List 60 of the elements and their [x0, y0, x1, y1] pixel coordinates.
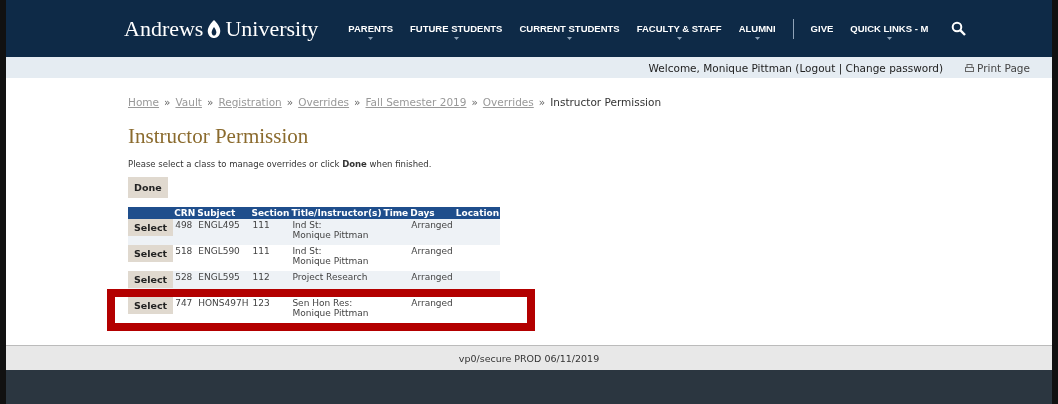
done-button[interactable]: Done — [128, 177, 168, 198]
table-cell-text: Monique Pittman — [292, 230, 370, 240]
table-cell: Arranged — [409, 245, 455, 271]
breadcrumb-current: Instructor Permission — [550, 96, 662, 108]
welcome-text: Welcome, Monique Pittman (Logout | Change password) — [648, 61, 944, 74]
table-cell-text: Sen Hon Res: — [292, 298, 354, 308]
table-cell: ENGL590 — [196, 245, 251, 271]
caret-icon — [676, 37, 682, 40]
column-header: CRN — [173, 207, 197, 219]
select-button[interactable]: Select — [128, 219, 174, 236]
search-icon[interactable] — [951, 21, 967, 36]
caret-icon — [886, 37, 892, 40]
logo-text[interactable]: Andrews — [124, 15, 204, 42]
select-button[interactable]: Select — [128, 297, 174, 314]
caret-icon — [754, 37, 760, 40]
column-header: Time — [382, 207, 410, 219]
table-cell-text: HONS497H — [197, 297, 250, 310]
footer-text: vp0/secure PROD 06/11/2019 — [458, 352, 600, 364]
column-header: Section — [250, 207, 291, 219]
table-cell-text: Monique Pittman — [292, 308, 370, 318]
nav-link[interactable]: FACULTY & STAFF — [636, 23, 722, 34]
column-header: Location — [454, 207, 501, 219]
breadcrumb-separator: » — [354, 96, 361, 108]
printer-icon — [965, 63, 975, 72]
logo-text[interactable]: University — [225, 15, 319, 42]
breadcrumb-separator: » — [538, 96, 546, 108]
nav-link[interactable]: PARENTS — [348, 23, 394, 34]
table-cell: Arranged — [409, 219, 455, 245]
table-cell: 518 — [173, 245, 197, 271]
breadcrumb-separator: » — [471, 96, 478, 108]
select-button[interactable]: Select — [128, 245, 174, 262]
column-header: Days — [409, 207, 455, 219]
nav-link[interactable]: FUTURE STUDENTS — [410, 23, 503, 34]
table-cell-text: Arranged — [410, 297, 454, 310]
table-cell: 111 — [250, 245, 291, 271]
select-button[interactable]: Select — [128, 271, 174, 288]
table-cell: 498 — [173, 219, 197, 245]
table-cell-text: Monique Pittman — [292, 256, 370, 266]
table-cell-text: Project Research — [292, 272, 369, 282]
breadcrumb-separator: » — [206, 96, 214, 108]
instructions-text: Please select a class to manage overrides or click Done when finished. — [128, 159, 433, 169]
nav-link[interactable]: ALUMNI — [738, 23, 776, 34]
caret-icon — [567, 37, 573, 40]
nav-link[interactable]: QUICK LINKS - M — [850, 23, 929, 34]
table-cell: ENGL495 — [196, 219, 251, 245]
table-cell: 747 — [173, 297, 197, 323]
nav-link[interactable]: GIVE — [810, 23, 834, 34]
column-header: Title/Instructor(s) — [290, 207, 383, 219]
table-cell-text: Ind St: — [292, 220, 323, 230]
breadcrumb-separator: » — [286, 96, 294, 108]
breadcrumb-separator: » — [164, 96, 171, 108]
page-title: Instructor Permission — [128, 124, 310, 149]
table-cell-text: Ind St: — [292, 246, 323, 256]
table-cell-text: 123 — [251, 297, 271, 310]
caret-icon — [368, 37, 374, 40]
caret-icon — [453, 37, 459, 40]
print-link[interactable]: Print Page — [977, 61, 1030, 74]
column-header: Subject — [196, 207, 251, 219]
nav-link[interactable]: CURRENT STUDENTS — [519, 23, 620, 34]
table-cell: 111 — [250, 219, 291, 245]
